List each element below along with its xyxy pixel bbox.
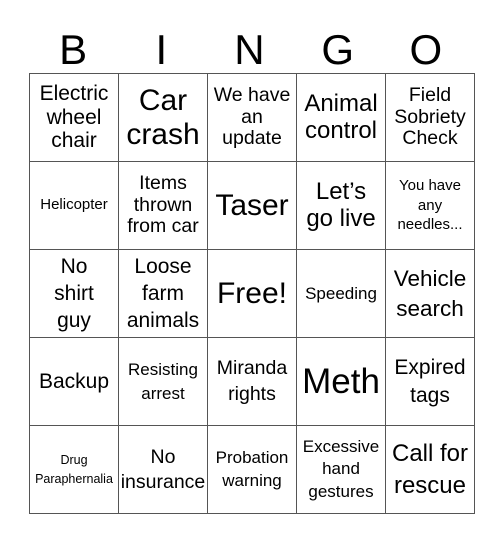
cell-text: Expired tags <box>394 356 466 407</box>
bingo-cell[interactable]: No shirt guy <box>29 249 119 338</box>
grid-row: Drug Paraphernalia No insurance Probatio… <box>29 425 475 514</box>
bingo-cell[interactable]: Drug Paraphernalia <box>29 425 119 514</box>
cell-text: Resisting arrest <box>128 359 198 403</box>
bingo-cell[interactable]: Free! <box>207 249 297 338</box>
cell-text: Probation warning <box>215 447 289 490</box>
bingo-cell[interactable]: Helicopter <box>29 161 119 250</box>
bingo-cell[interactable]: No insurance <box>118 425 208 514</box>
bingo-cell[interactable]: Meth <box>296 337 386 426</box>
cell-text: Call for rescue <box>391 440 469 499</box>
cell-text: Items thrown from car <box>127 171 199 238</box>
bingo-cell[interactable]: Call for rescue <box>385 425 475 514</box>
cell-text: Vehicle search <box>393 266 467 321</box>
cell-text: Taser <box>215 188 289 222</box>
cell-text: Electric wheel chair <box>39 82 109 153</box>
bingo-cell[interactable]: Speeding <box>296 249 386 338</box>
cell-text: Free! <box>216 276 288 310</box>
grid-row: No shirt guy Loose farm animals Free! Sp… <box>29 249 475 338</box>
cell-text: You have any needles... <box>397 177 463 234</box>
cell-text: Backup <box>38 369 110 393</box>
bingo-cell[interactable]: We have an update <box>207 73 297 162</box>
grid-row: Helicopter Items thrown from car Taser L… <box>29 161 475 250</box>
bingo-header: B I N G O <box>29 26 470 74</box>
cell-text: Field Sobriety Check <box>394 83 466 150</box>
bingo-cell[interactable]: Backup <box>29 337 119 426</box>
bingo-cell[interactable]: Items thrown from car <box>118 161 208 250</box>
header-letter-b: B <box>59 26 88 73</box>
bingo-cell[interactable]: Let’s go live <box>296 161 386 250</box>
header-letter-n: N <box>234 26 265 73</box>
cell-text: Loose farm animals <box>126 254 200 333</box>
bingo-cell[interactable]: Excessive hand gestures <box>296 425 386 514</box>
cell-text: Drug Paraphernalia <box>35 452 113 486</box>
grid-row: Electric wheel chair Car crash We have a… <box>29 73 475 162</box>
cell-text: Speeding <box>305 283 377 303</box>
bingo-cell[interactable]: Electric wheel chair <box>29 73 119 162</box>
bingo-grid: Electric wheel chair Car crash We have a… <box>29 73 475 514</box>
cell-text: No shirt guy <box>54 254 94 333</box>
cell-text: Animal control <box>304 89 378 144</box>
bingo-cell[interactable]: Vehicle search <box>385 249 475 338</box>
bingo-cell[interactable]: Taser <box>207 161 297 250</box>
header-letter-g: G <box>321 26 354 73</box>
bingo-cell[interactable]: Expired tags <box>385 337 475 426</box>
cell-text: Miranda rights <box>216 357 288 405</box>
header-letter-i: I <box>155 26 168 73</box>
cell-text: Meth <box>302 361 380 401</box>
bingo-cell[interactable]: You have any needles... <box>385 161 475 250</box>
cell-text: Excessive hand gestures <box>302 437 380 501</box>
bingo-cell[interactable]: Probation warning <box>207 425 297 514</box>
grid-row: Backup Resisting arrest Miranda rights M… <box>29 337 475 426</box>
cell-text: Let’s go live <box>306 177 376 232</box>
header-letter-o: O <box>409 26 443 73</box>
cell-text: Car crash <box>126 83 200 151</box>
cell-text: We have an update <box>213 83 291 150</box>
bingo-cell[interactable]: Field Sobriety Check <box>385 73 475 162</box>
cell-text: Helicopter <box>40 196 108 214</box>
cell-text: No insurance <box>120 446 206 493</box>
bingo-cell[interactable]: Animal control <box>296 73 386 162</box>
bingo-cell[interactable]: Miranda rights <box>207 337 297 426</box>
bingo-cell[interactable]: Loose farm animals <box>118 249 208 338</box>
bingo-cell[interactable]: Car crash <box>118 73 208 162</box>
bingo-cell[interactable]: Resisting arrest <box>118 337 208 426</box>
